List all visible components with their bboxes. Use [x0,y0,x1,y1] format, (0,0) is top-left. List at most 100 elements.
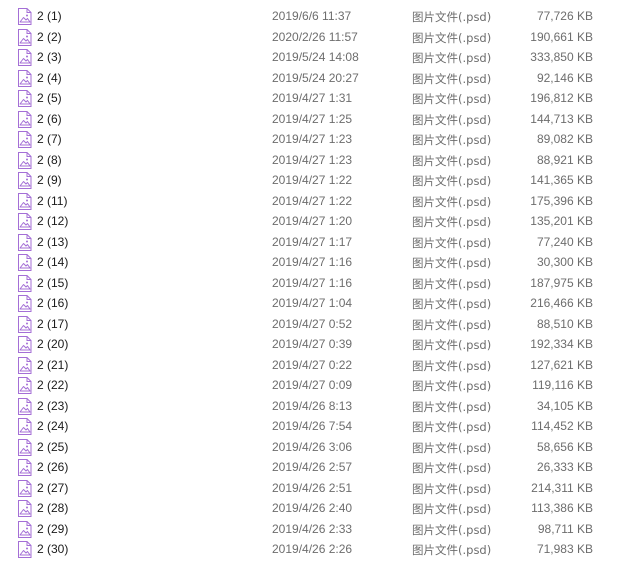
file-size: 214,311 KB [531,480,593,495]
file-row[interactable]: 2 (8) 2019/4/27 1:23 图片文件(.psd) 88,921 K… [0,150,640,171]
file-type: 图片文件(.psd) [412,502,492,516]
file-row[interactable]: 2 (15) 2019/4/27 1:16 图片文件(.psd) 187,975… [0,273,640,294]
file-modified-date: 2019/4/27 1:23 [272,132,353,146]
file-type: 图片文件(.psd) [412,358,492,373]
file-modified-date: 2019/5/24 14:08 [272,50,359,64]
file-row[interactable]: 2 (17) 2019/4/27 0:52 图片文件(.psd) 88,510 … [0,314,640,335]
image-file-icon [17,28,32,46]
file-row[interactable]: 2 (3) 2019/5/24 14:08 图片文件(.psd) 333,850… [0,47,640,68]
file-row[interactable]: 2 (21) 2019/4/27 0:22 图片文件(.psd) 127,621… [0,355,640,376]
file-row[interactable]: 2 (20) 2019/4/27 0:39 图片文件(.psd) 192,334… [0,334,640,355]
file-row[interactable]: 2 (12) 2019/4/27 1:20 图片文件(.psd) 135,201… [0,211,640,232]
file-modified-date: 2019/4/27 0:22 [272,357,353,372]
file-row[interactable]: 2 (27) 2019/4/26 2:51 图片文件(.psd) 214,311… [0,478,640,499]
file-row[interactable]: 2 (30) 2019/4/26 2:26 图片文件(.psd) 71,983 … [0,539,640,560]
file-modified-date: 2019/4/26 2:51 [272,480,353,495]
image-file-icon [17,356,32,374]
file-modified-date: 2019/6/6 11:37 [272,9,352,23]
file-row[interactable]: 2 (14) 2019/4/27 1:16 图片文件(.psd) 30,300 … [0,252,640,273]
file-type: 图片文件(.psd) [412,317,492,332]
file-type: 图片文件(.psd) [412,71,492,86]
image-file-icon [17,192,32,210]
file-modified-date: 2019/4/27 0:09 [272,378,353,392]
file-row[interactable]: 2 (4) 2019/5/24 20:27 图片文件(.psd) 92,146 … [0,68,640,89]
file-row[interactable]: 2 (11) 2019/4/27 1:22 图片文件(.psd) 175,396… [0,191,640,212]
file-name: 2 (8) [37,152,62,167]
file-modified-date: 2019/4/27 1:20 [272,214,353,228]
file-size: 71,983 KB [536,542,593,556]
image-file-icon [17,131,32,148]
file-row[interactable]: 2 (5) 2019/4/27 1:31 图片文件(.psd) 196,812 … [0,88,640,109]
file-modified-date: 2019/4/26 2:40 [272,501,353,515]
file-type: 图片文件(.psd) [412,194,492,209]
file-row[interactable]: 2 (9) 2019/4/27 1:22 图片文件(.psd) 141,365 … [0,170,640,191]
file-modified-date: 2019/4/26 2:57 [272,460,353,474]
file-type: 图片文件(.psd) [412,440,492,455]
file-name: 2 (6) [37,111,62,126]
file-type: 图片文件(.psd) [412,235,492,250]
file-row[interactable]: 2 (2) 2020/2/26 11:57 图片文件(.psd) 190,661… [0,27,640,48]
file-size: 58,656 KB [536,439,593,454]
file-size: 144,713 KB [530,111,593,126]
file-modified-date: 2019/4/27 0:39 [272,337,353,351]
file-row[interactable]: 2 (7) 2019/4/27 1:23 图片文件(.psd) 89,082 K… [0,129,640,150]
file-row[interactable]: 2 (16) 2019/4/27 1:04 图片文件(.psd) 216,466… [0,293,640,314]
image-file-icon [17,541,32,558]
file-size: 113,386 KB [531,501,593,515]
file-type: 图片文件(.psd) [412,338,492,352]
file-size: 192,334 KB [530,337,593,351]
image-file-icon [17,418,32,435]
file-name: 2 (7) [37,132,62,146]
file-row[interactable]: 2 (24) 2019/4/26 7:54 图片文件(.psd) 114,452… [0,416,640,437]
file-modified-date: 2019/4/27 1:04 [272,296,353,310]
file-type: 图片文件(.psd) [412,420,492,434]
file-name: 2 (14) [37,255,69,269]
image-file-icon [17,295,32,312]
file-row[interactable]: 2 (22) 2019/4/27 0:09 图片文件(.psd) 119,116… [0,375,640,396]
file-row[interactable]: 2 (29) 2019/4/26 2:33 图片文件(.psd) 98,711 … [0,519,640,540]
file-type: 图片文件(.psd) [412,92,492,106]
file-size: 127,621 KB [530,357,593,372]
file-size: 89,082 KB [536,132,593,146]
file-name: 2 (30) [37,542,69,556]
image-file-icon [17,254,32,271]
file-type: 图片文件(.psd) [412,297,492,311]
file-row[interactable]: 2 (23) 2019/4/26 8:13 图片文件(.psd) 34,105 … [0,396,640,417]
file-name: 2 (3) [37,50,62,64]
file-row[interactable]: 2 (1) 2019/6/6 11:37 图片文件(.psd) 77,726 K… [0,6,640,27]
file-name: 2 (17) [37,316,69,331]
file-name: 2 (20) [37,337,69,351]
file-modified-date: 2019/5/24 20:27 [272,70,359,85]
file-modified-date: 2019/4/26 7:54 [272,419,353,433]
file-size: 26,333 KB [536,460,593,474]
file-row[interactable]: 2 (26) 2019/4/26 2:57 图片文件(.psd) 26,333 … [0,457,640,478]
image-file-icon [17,336,32,353]
file-name: 2 (25) [37,439,69,454]
image-file-icon [17,69,32,87]
file-modified-date: 2019/4/27 1:23 [272,152,353,167]
image-file-icon [17,479,32,497]
file-row[interactable]: 2 (25) 2019/4/26 3:06 图片文件(.psd) 58,656 … [0,437,640,458]
file-modified-date: 2019/4/26 2:26 [272,542,353,556]
file-size: 190,661 KB [530,29,593,44]
file-modified-date: 2019/4/27 1:22 [272,193,353,208]
file-modified-date: 2019/4/26 3:06 [272,439,353,454]
file-name: 2 (22) [37,378,69,392]
image-file-icon [17,90,32,107]
file-size: 119,116 KB [532,378,593,392]
file-type: 图片文件(.psd) [412,399,492,414]
image-file-icon [17,377,32,394]
image-file-icon [17,520,32,538]
image-file-icon [17,274,32,292]
file-size: 92,146 KB [536,70,593,85]
file-name: 2 (2) [37,29,62,44]
file-size: 135,201 KB [530,214,593,228]
file-row[interactable]: 2 (28) 2019/4/26 2:40 图片文件(.psd) 113,386… [0,498,640,519]
image-file-icon [17,8,32,25]
file-name: 2 (23) [37,398,69,413]
file-modified-date: 2020/2/26 11:57 [272,29,358,44]
file-row[interactable]: 2 (13) 2019/4/27 1:17 图片文件(.psd) 77,240 … [0,232,640,253]
file-type: 图片文件(.psd) [412,153,492,168]
file-row[interactable]: 2 (6) 2019/4/27 1:25 图片文件(.psd) 144,713 … [0,109,640,130]
file-name: 2 (16) [37,296,69,310]
